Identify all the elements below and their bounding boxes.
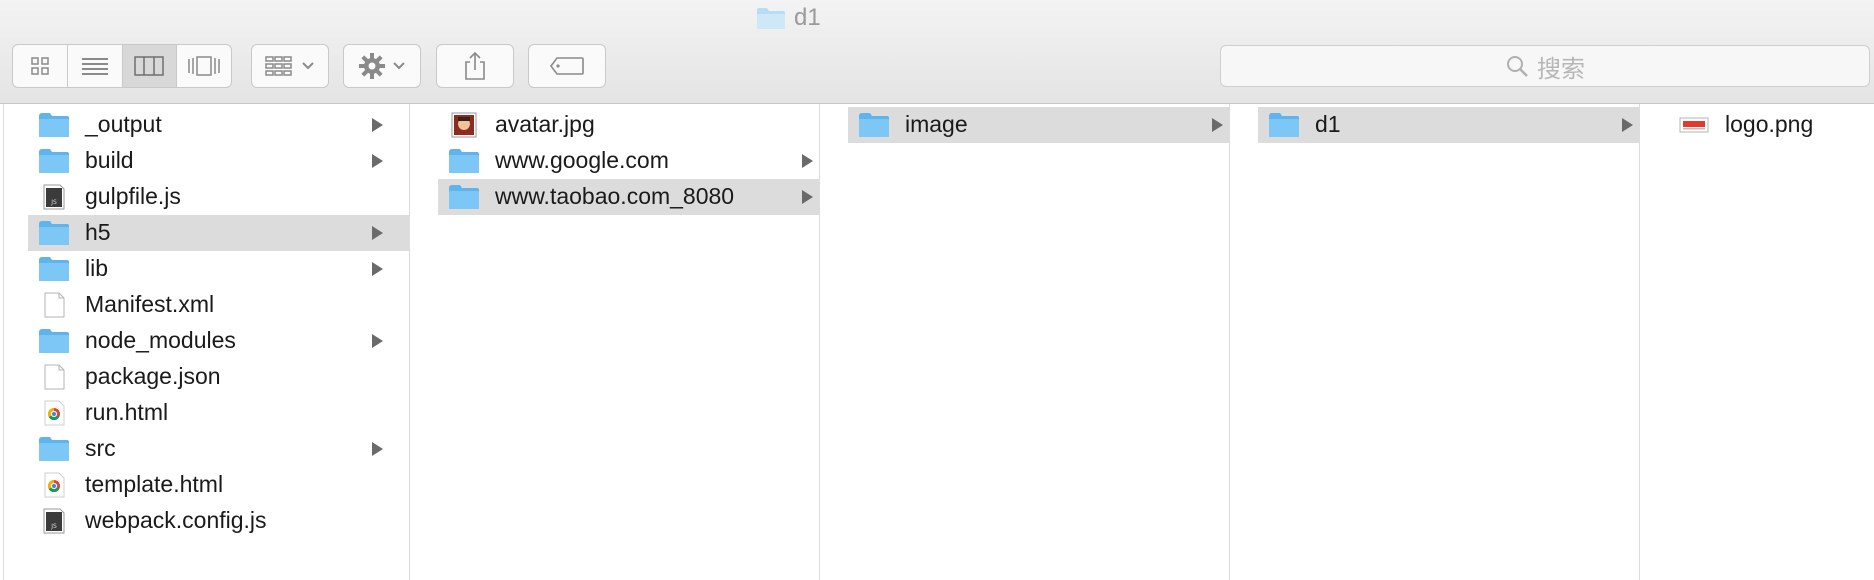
folder-icon — [39, 149, 69, 173]
document-icon — [44, 292, 65, 318]
list-view-button[interactable] — [68, 45, 123, 87]
file-row[interactable]: src — [28, 431, 409, 467]
file-row[interactable]: www.taobao.com_8080 — [438, 179, 819, 215]
folder-icon — [39, 221, 69, 245]
file-name: package.json — [85, 363, 221, 389]
action-button[interactable] — [343, 44, 421, 88]
column-4[interactable]: d1 — [1258, 104, 1640, 580]
tag-icon — [550, 57, 584, 75]
disclosure-arrow-icon[interactable] — [372, 442, 383, 456]
tags-button[interactable] — [528, 44, 606, 88]
chevron-down-icon — [302, 62, 314, 70]
file-row[interactable]: _output — [28, 107, 409, 143]
folder-icon — [39, 257, 69, 281]
chrome-icon — [44, 472, 65, 498]
file-name: avatar.jpg — [495, 111, 595, 137]
file-name: webpack.config.js — [85, 507, 267, 533]
file-name: _output — [85, 111, 162, 137]
file-name: build — [85, 147, 134, 173]
window-title-text: d1 — [794, 4, 821, 31]
file-name: d1 — [1315, 111, 1341, 137]
folder-icon — [859, 113, 889, 137]
chrome-icon — [44, 400, 65, 426]
disclosure-arrow-icon[interactable] — [372, 334, 383, 348]
window-toolbar: d1 搜索 — [0, 0, 1874, 104]
column-view-icon — [134, 56, 165, 76]
search-field[interactable]: 搜索 — [1220, 45, 1870, 87]
file-row[interactable]: JS webpack.config.js — [28, 503, 409, 539]
file-row[interactable]: build — [28, 143, 409, 179]
file-name: gulpfile.js — [85, 183, 181, 209]
file-row[interactable]: Manifest.xml — [28, 287, 409, 323]
share-icon — [465, 51, 485, 80]
file-row[interactable]: d1 — [1258, 107, 1639, 143]
arrange-icon — [265, 56, 292, 76]
disclosure-arrow-icon[interactable] — [802, 154, 813, 168]
view-mode-switcher[interactable] — [12, 44, 232, 88]
column-divider — [0, 104, 4, 580]
file-row[interactable]: www.google.com — [438, 143, 819, 179]
disclosure-arrow-icon[interactable] — [802, 190, 813, 204]
share-button[interactable] — [436, 44, 514, 88]
window-title: d1 — [756, 2, 821, 34]
svg-text:JS: JS — [50, 199, 57, 206]
list-view-icon — [81, 58, 108, 75]
disclosure-arrow-icon[interactable] — [372, 226, 383, 240]
image-file-icon — [451, 112, 477, 138]
folder-icon — [1269, 113, 1299, 137]
gear-icon — [359, 53, 385, 79]
disclosure-arrow-icon[interactable] — [1212, 118, 1223, 132]
file-name: lib — [85, 255, 109, 281]
cover-flow-view-icon — [188, 56, 220, 76]
search-icon — [1507, 56, 1528, 77]
script-file-icon: JS — [43, 508, 65, 534]
file-name: www.taobao.com_8080 — [495, 183, 735, 209]
file-row[interactable]: template.html — [28, 467, 409, 503]
file-row[interactable]: package.json — [28, 359, 409, 395]
folder-icon — [39, 113, 69, 137]
file-name: h5 — [85, 219, 111, 245]
folder-icon — [449, 185, 479, 209]
file-row[interactable]: node_modules — [28, 323, 409, 359]
file-row[interactable]: JS gulpfile.js — [28, 179, 409, 215]
search-placeholder: 搜索 — [1537, 55, 1585, 83]
file-row[interactable]: logo.png — [1668, 107, 1874, 143]
file-row[interactable]: image — [848, 107, 1229, 143]
png-file-icon — [1679, 117, 1709, 133]
file-name: image — [905, 111, 968, 137]
folder-icon — [39, 437, 69, 461]
file-row[interactable]: h5 — [28, 215, 409, 251]
icon-view-icon — [31, 57, 49, 75]
column-2[interactable]: avatar.jpg www.google.com www.taobao.com… — [438, 104, 820, 580]
svg-text:JS: JS — [50, 523, 57, 530]
column-view-button[interactable] — [122, 45, 178, 87]
disclosure-arrow-icon[interactable] — [372, 118, 383, 132]
file-name: Manifest.xml — [85, 291, 215, 317]
disclosure-arrow-icon[interactable] — [372, 154, 383, 168]
icon-view-button[interactable] — [13, 45, 68, 87]
file-row[interactable]: lib — [28, 251, 409, 287]
disclosure-arrow-icon[interactable] — [372, 262, 383, 276]
column-5[interactable]: logo.png — [1668, 104, 1874, 580]
folder-icon — [39, 329, 69, 353]
arrange-button[interactable] — [251, 44, 329, 88]
folder-icon — [449, 149, 479, 173]
file-name: src — [85, 435, 116, 461]
disclosure-arrow-icon[interactable] — [1622, 118, 1633, 132]
file-name: node_modules — [85, 327, 236, 353]
column-3[interactable]: image — [848, 104, 1230, 580]
file-name: run.html — [85, 399, 169, 425]
file-name: logo.png — [1725, 111, 1814, 137]
file-row[interactable]: run.html — [28, 395, 409, 431]
column-browser: _output build JS gulpfile.js h5 lib Manif… — [0, 104, 1874, 580]
folder-icon — [757, 8, 785, 29]
file-name: template.html — [85, 471, 224, 497]
cover-flow-view-button[interactable] — [177, 45, 231, 87]
file-name: www.google.com — [495, 147, 669, 173]
document-icon — [44, 364, 65, 390]
file-row[interactable]: avatar.jpg — [438, 107, 819, 143]
script-file-icon: JS — [43, 184, 65, 210]
column-1[interactable]: _output build JS gulpfile.js h5 lib Manif… — [28, 104, 410, 580]
chevron-down-icon — [393, 62, 405, 70]
